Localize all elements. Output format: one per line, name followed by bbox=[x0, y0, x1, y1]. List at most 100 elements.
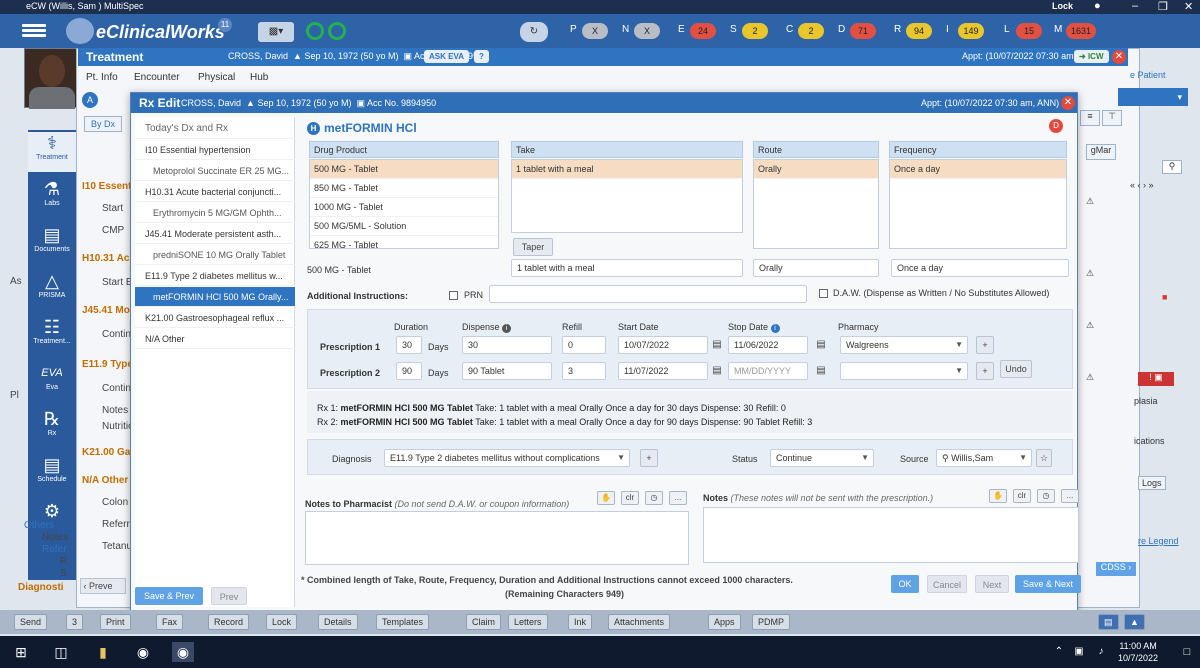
search-icon[interactable]: ⚲ bbox=[1162, 160, 1182, 174]
tab-encounter[interactable]: Encounter bbox=[134, 72, 180, 83]
more-button[interactable]: ... bbox=[1061, 489, 1079, 503]
dx-item[interactable]: J45.41 Moderate persistent asth... bbox=[135, 224, 295, 244]
info-icon[interactable]: i bbox=[502, 324, 512, 333]
volume-icon[interactable]: ♪ bbox=[1090, 642, 1112, 662]
drug-product-option[interactable]: 850 MG - Tablet bbox=[310, 179, 498, 198]
calendar-icon[interactable]: ▤ bbox=[814, 364, 828, 378]
gmar-button[interactable]: gMar bbox=[1086, 144, 1116, 160]
toolbar-pdmp-button[interactable]: PDMP bbox=[752, 614, 791, 630]
lock-label[interactable]: Lock bbox=[1052, 1, 1073, 11]
ok-button[interactable]: OK bbox=[891, 575, 919, 593]
dx-item[interactable]: H10.31 Acute bacterial conjuncti... bbox=[135, 182, 295, 202]
toolbar-icon[interactable]: ▤ bbox=[1098, 614, 1119, 630]
plan-section[interactable]: N/A Other bbox=[82, 475, 128, 486]
jellybean-count[interactable]: 2 bbox=[798, 23, 824, 39]
list-icon[interactable]: ≡ bbox=[1080, 110, 1100, 126]
jellybean-count[interactable]: 149 bbox=[958, 23, 984, 39]
info-icon[interactable]: i bbox=[770, 324, 780, 333]
clr-button[interactable]: clr bbox=[1013, 489, 1031, 503]
pharmacy-select[interactable]: ▼ bbox=[840, 362, 968, 380]
take-field[interactable]: 1 tablet with a meal bbox=[511, 259, 743, 277]
additional-instructions-input[interactable] bbox=[489, 285, 807, 303]
minimize-icon[interactable]: – bbox=[1132, 0, 1138, 12]
notes-to-pharmacist-input[interactable] bbox=[305, 511, 689, 565]
dx-item[interactable]: E11.9 Type 2 diabetes mellitus w... bbox=[135, 266, 295, 286]
jellybean-count[interactable]: 15 bbox=[1016, 23, 1042, 39]
plan-item[interactable]: Colon bbox=[102, 497, 128, 508]
nav-sliders[interactable]: ☷ Treatment... bbox=[28, 316, 76, 356]
plan-section[interactable]: H10.31 Ac bbox=[82, 253, 129, 264]
toolbar-details-button[interactable]: Details bbox=[318, 614, 358, 630]
dx-item[interactable]: K21.00 Gastroesophageal reflux ... bbox=[135, 308, 295, 328]
start-date-input[interactable]: 10/07/2022 bbox=[618, 336, 708, 354]
plan-item[interactable]: Notes : bbox=[102, 405, 134, 416]
task-view-icon[interactable]: ◫ bbox=[50, 642, 72, 662]
status-dot-icon[interactable] bbox=[306, 22, 324, 40]
toolbar-record-button[interactable]: Record bbox=[208, 614, 250, 630]
pager-icon[interactable]: « ‹ › » bbox=[1130, 180, 1154, 190]
toolbar-lock-button[interactable]: Lock bbox=[266, 614, 298, 630]
toolbar-attachments-button[interactable]: Attachments bbox=[608, 614, 671, 630]
plan-item[interactable]: Start E bbox=[102, 277, 133, 288]
by-dx-button[interactable]: By Dx bbox=[84, 116, 122, 132]
toolbar-fax-button[interactable]: Fax bbox=[156, 614, 184, 630]
plan-item[interactable]: Tetanu bbox=[102, 541, 132, 552]
legend-link[interactable]: re Legend bbox=[1138, 536, 1179, 546]
dispense-input[interactable]: 30 bbox=[462, 336, 552, 354]
refresh-button[interactable]: ↻ bbox=[520, 22, 548, 42]
cdss-button[interactable]: CDSS › bbox=[1096, 562, 1136, 576]
jellybean-count[interactable]: 1631 bbox=[1066, 23, 1097, 39]
rx-item[interactable]: metFORMIN HCl 500 MG Orally... bbox=[135, 287, 295, 307]
toolbar-letters-button[interactable]: Letters bbox=[508, 614, 548, 630]
plan-section[interactable]: J45.41 Mo bbox=[82, 305, 130, 316]
plan-item[interactable]: CMP bbox=[102, 225, 124, 236]
chrome-icon[interactable]: ◉ bbox=[132, 642, 154, 662]
plan-item[interactable]: Start bbox=[102, 203, 123, 214]
drug-product-option[interactable]: 625 MG - Tablet bbox=[310, 236, 498, 248]
toolbar-templates-button[interactable]: Templates bbox=[376, 614, 430, 630]
drug-product-option[interactable]: 1000 MG - Tablet bbox=[310, 198, 498, 217]
help-button[interactable]: ? bbox=[474, 50, 489, 63]
pharmacy-select[interactable]: Walgreens ▼ bbox=[840, 336, 968, 354]
jellybean-count[interactable]: 94 bbox=[906, 23, 932, 39]
daw-checkbox[interactable] bbox=[819, 289, 828, 298]
hamburger-menu-icon[interactable] bbox=[22, 22, 46, 40]
plan-section[interactable]: E11.9 Type bbox=[82, 359, 133, 370]
jellybean-count[interactable]: 2 bbox=[742, 23, 768, 39]
dx-item[interactable]: I10 Essential hypertension bbox=[135, 140, 295, 160]
plan-section[interactable]: I10 Essent bbox=[82, 181, 131, 192]
jellybean-count[interactable]: X bbox=[634, 23, 660, 39]
clock-icon[interactable]: ◷ bbox=[645, 491, 663, 505]
calendar-icon[interactable]: ▤ bbox=[710, 338, 724, 352]
ecw-logo[interactable] bbox=[66, 18, 94, 44]
nav-eva[interactable]: EVA Eva bbox=[28, 362, 76, 402]
jellybean-count[interactable]: 24 bbox=[690, 23, 716, 39]
toolbar-send-button[interactable]: Send bbox=[14, 614, 48, 630]
clr-button[interactable]: clr bbox=[621, 491, 639, 505]
stop-date-input[interactable]: MM/DD/YYYY bbox=[728, 362, 808, 380]
drug-product-option[interactable]: 500 MG/5ML - Solution bbox=[310, 217, 498, 236]
add-pharmacy-button[interactable]: + bbox=[976, 336, 994, 354]
toolbar-3-button[interactable]: 3 bbox=[66, 614, 84, 630]
nav-prisma[interactable]: △ PRISMA bbox=[28, 270, 76, 310]
hand-icon[interactable]: ✋ bbox=[989, 489, 1007, 503]
route-option[interactable]: Orally bbox=[754, 160, 878, 179]
clock-icon[interactable]: ◷ bbox=[1037, 489, 1055, 503]
jellybean-count[interactable]: X bbox=[582, 23, 608, 39]
tab-physical[interactable]: Physical bbox=[198, 72, 235, 83]
patient-lookup-button[interactable]: ▩▾ bbox=[258, 22, 294, 42]
star-icon[interactable]: ☆ bbox=[1036, 449, 1052, 467]
tab-hub[interactable]: Hub bbox=[250, 72, 268, 83]
nav-flask[interactable]: ⚗ Labs bbox=[28, 178, 76, 218]
logs-button[interactable]: Logs bbox=[1138, 476, 1166, 490]
status-select[interactable]: Continue ▼ bbox=[770, 449, 874, 467]
calendar-icon[interactable]: ▤ bbox=[814, 338, 828, 352]
ecw-taskbar-icon[interactable]: ◉ bbox=[172, 642, 194, 662]
source-select[interactable]: ⚲ Willis,Sam ▼ bbox=[936, 449, 1032, 467]
plan-item[interactable]: Contin bbox=[102, 383, 131, 394]
prev-button[interactable]: Prev bbox=[211, 587, 247, 605]
frequency-field[interactable]: Once a day bbox=[891, 259, 1069, 277]
notifications-icon[interactable]: □ bbox=[1176, 642, 1198, 662]
rx-item[interactable]: predniSONE 10 MG Orally Tablet bbox=[135, 245, 295, 265]
toolbar-ink-button[interactable]: Ink bbox=[568, 614, 593, 630]
